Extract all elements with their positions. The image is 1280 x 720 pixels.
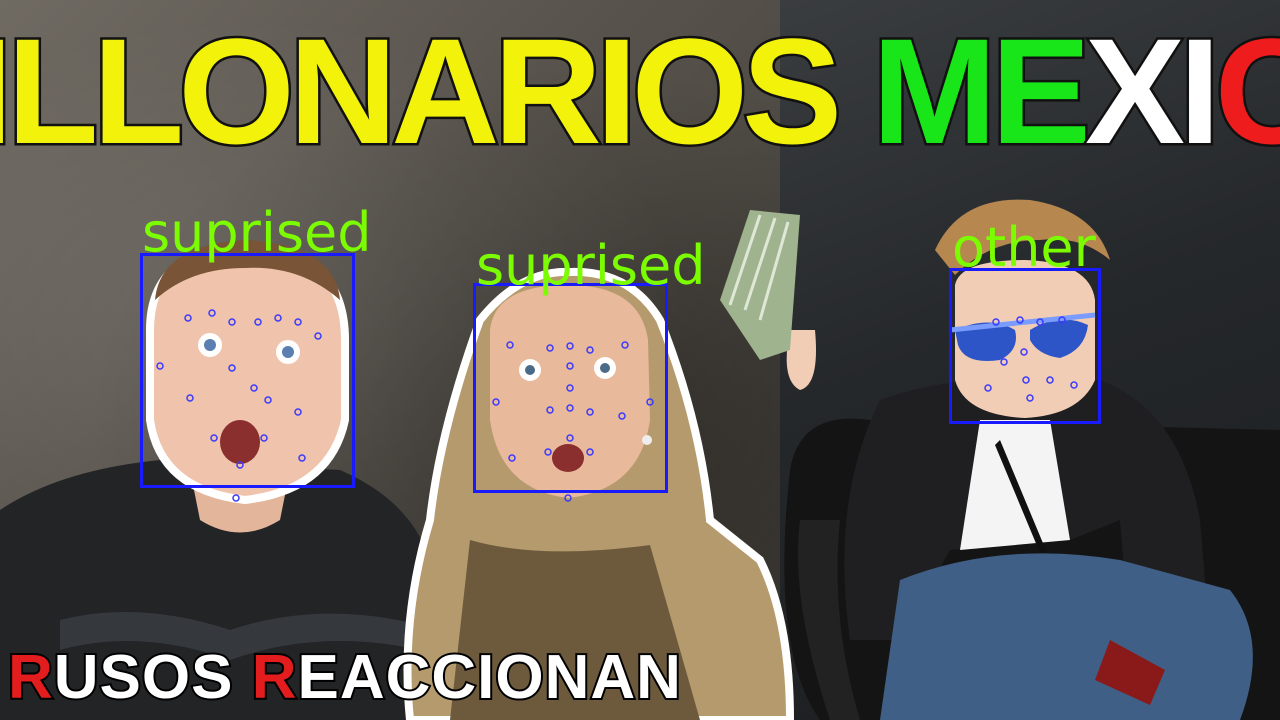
emotion-label: suprised [476,234,706,297]
caption-text: RUSOS REACCIONAN [6,641,683,714]
video-title: MILLONARIOS MEXICO [0,0,1280,180]
cash-stack [720,210,800,360]
caption-part2: EACCIONAN [295,641,682,714]
face-detection-box [473,283,668,493]
emotion-label: suprised [142,201,372,264]
bottom-caption: RUSOS REACCIONAN [0,638,820,720]
caption-part1: USOS [52,641,252,714]
face-detection-box [140,253,355,488]
caption-r2: R [250,641,299,714]
caption-r1: R [6,641,55,714]
title-word-millonarios: MILLONARIOS [0,5,845,178]
title-mexico-white: XI [1082,5,1223,178]
title-mexico-red: CO [1212,5,1280,178]
emotion-label: other [952,216,1096,279]
title-text: MILLONARIOS MEXICO [0,5,1280,178]
title-mexico-green: ME [869,5,1093,178]
thumbnail: suprised suprised other MILLONARIOS MEXI… [0,0,1280,720]
face-detection-box [949,268,1101,424]
